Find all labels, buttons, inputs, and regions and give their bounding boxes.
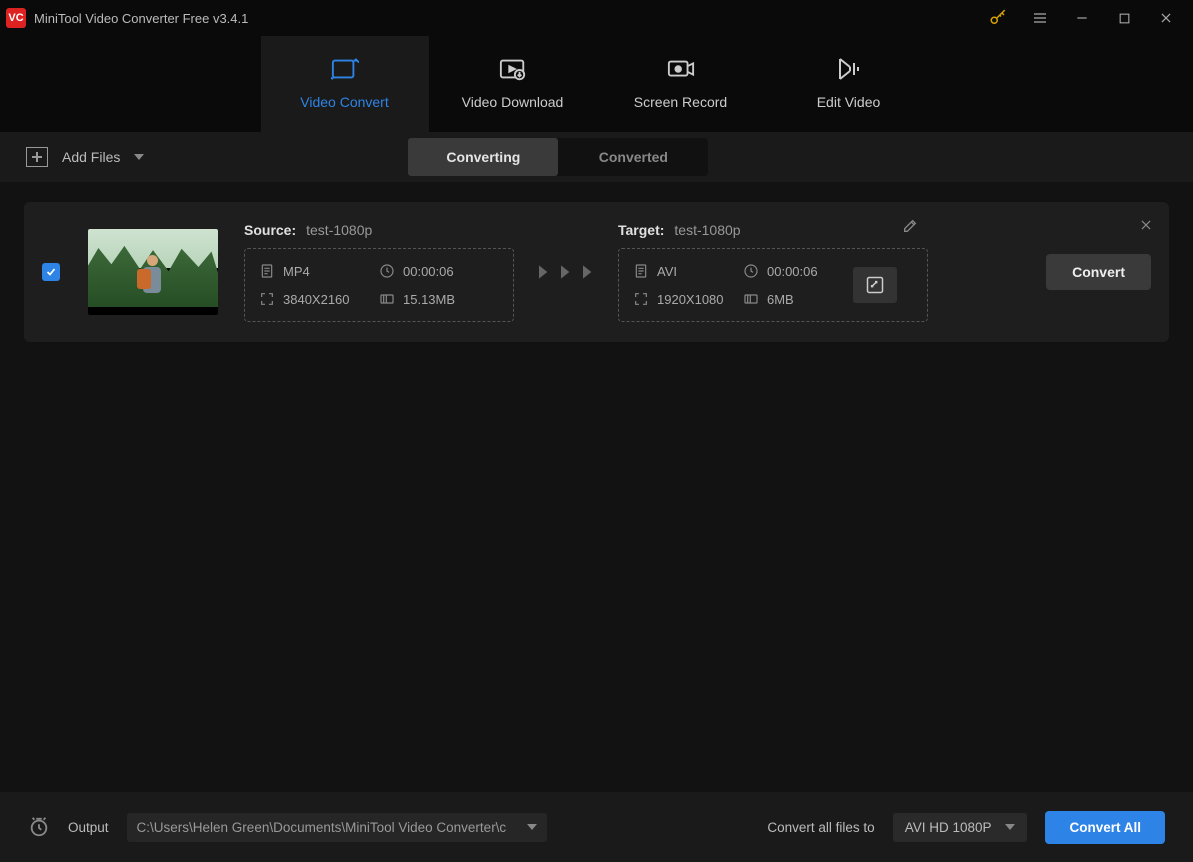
- chevron-down-icon: [527, 824, 537, 830]
- tab-video-convert[interactable]: Video Convert: [261, 36, 429, 132]
- add-file-icon: [26, 147, 48, 167]
- clock-icon: [379, 263, 395, 279]
- tab-download-label: Video Download: [462, 94, 564, 110]
- file-icon: [259, 263, 275, 279]
- content-area: Source: test-1080p MP4 00:00:06 3840X216…: [0, 182, 1193, 792]
- convert-icon: [331, 58, 359, 80]
- item-checkbox[interactable]: [42, 263, 60, 281]
- key-icon[interactable]: [977, 0, 1019, 36]
- clock-icon: [743, 263, 759, 279]
- arrows-icon: [534, 262, 598, 282]
- target-size: 6MB: [767, 292, 794, 307]
- source-duration: 00:00:06: [403, 264, 454, 279]
- source-label: Source:: [244, 222, 296, 238]
- tab-video-download[interactable]: Video Download: [429, 36, 597, 132]
- video-thumbnail[interactable]: [88, 229, 218, 315]
- app-title: MiniTool Video Converter Free v3.4.1: [34, 11, 248, 26]
- resolution-icon: [633, 291, 649, 307]
- titlebar: VC MiniTool Video Converter Free v3.4.1: [0, 0, 1193, 36]
- convert-button[interactable]: Convert: [1046, 254, 1151, 290]
- download-icon: [499, 58, 527, 80]
- size-icon: [743, 291, 759, 307]
- status-segmented: Converting Converted: [408, 138, 708, 176]
- size-icon: [379, 291, 395, 307]
- target-settings-button[interactable]: [853, 267, 897, 303]
- target-name: test-1080p: [674, 222, 740, 238]
- target-label: Target:: [618, 222, 664, 238]
- convert-all-to-label: Convert all files to: [767, 820, 874, 835]
- target-format: AVI: [657, 264, 677, 279]
- main-tabs: Video Convert Video Download Screen Reco…: [0, 36, 1193, 132]
- source-spec-box: MP4 00:00:06 3840X2160 15.13MB: [244, 248, 514, 322]
- source-info: Source: test-1080p MP4 00:00:06 3840X216…: [244, 222, 514, 322]
- convert-all-button[interactable]: Convert All: [1045, 811, 1165, 844]
- minimize-icon[interactable]: [1061, 0, 1103, 36]
- maximize-icon[interactable]: [1103, 0, 1145, 36]
- resolution-icon: [259, 291, 275, 307]
- source-resolution: 3840X2160: [283, 292, 350, 307]
- output-format-select[interactable]: AVI HD 1080P: [893, 813, 1028, 842]
- target-resolution: 1920X1080: [657, 292, 724, 307]
- file-icon: [633, 263, 649, 279]
- edit-video-icon: [835, 58, 863, 80]
- tab-converting[interactable]: Converting: [408, 138, 558, 176]
- tab-edit-video[interactable]: Edit Video: [765, 36, 933, 132]
- tab-converted[interactable]: Converted: [558, 138, 708, 176]
- close-icon[interactable]: [1145, 0, 1187, 36]
- record-icon: [667, 58, 695, 80]
- conversion-item: Source: test-1080p MP4 00:00:06 3840X216…: [24, 202, 1169, 342]
- target-duration: 00:00:06: [767, 264, 818, 279]
- add-files-button[interactable]: Add Files: [12, 141, 158, 173]
- app-window: VC MiniTool Video Converter Free v3.4.1 …: [0, 0, 1193, 862]
- tab-edit-label: Edit Video: [817, 94, 881, 110]
- menu-icon[interactable]: [1019, 0, 1061, 36]
- chevron-down-icon: [134, 154, 144, 160]
- toolbar: Add Files Converting Converted: [0, 132, 1193, 182]
- output-path-value: C:\Users\Helen Green\Documents\MiniTool …: [137, 820, 507, 835]
- add-files-label: Add Files: [62, 149, 120, 165]
- chevron-down-icon: [1005, 824, 1015, 830]
- source-name: test-1080p: [306, 222, 372, 238]
- target-spec-box: AVI 00:00:06 1920X1080 6: [618, 248, 928, 322]
- output-label: Output: [68, 820, 109, 835]
- target-info: Target: test-1080p AVI 00:00:06: [618, 222, 928, 322]
- tab-screen-record[interactable]: Screen Record: [597, 36, 765, 132]
- tab-convert-label: Video Convert: [300, 94, 388, 110]
- source-format: MP4: [283, 264, 310, 279]
- remove-item-icon[interactable]: [1139, 218, 1153, 237]
- output-path-select[interactable]: C:\Users\Helen Green\Documents\MiniTool …: [127, 813, 547, 842]
- edit-output-icon[interactable]: [902, 218, 918, 239]
- bottom-bar: Output C:\Users\Helen Green\Documents\Mi…: [0, 792, 1193, 862]
- app-logo-icon: VC: [6, 8, 26, 28]
- output-format-value: AVI HD 1080P: [905, 820, 992, 835]
- schedule-icon[interactable]: [28, 816, 50, 838]
- tab-record-label: Screen Record: [634, 94, 727, 110]
- source-size: 15.13MB: [403, 292, 455, 307]
